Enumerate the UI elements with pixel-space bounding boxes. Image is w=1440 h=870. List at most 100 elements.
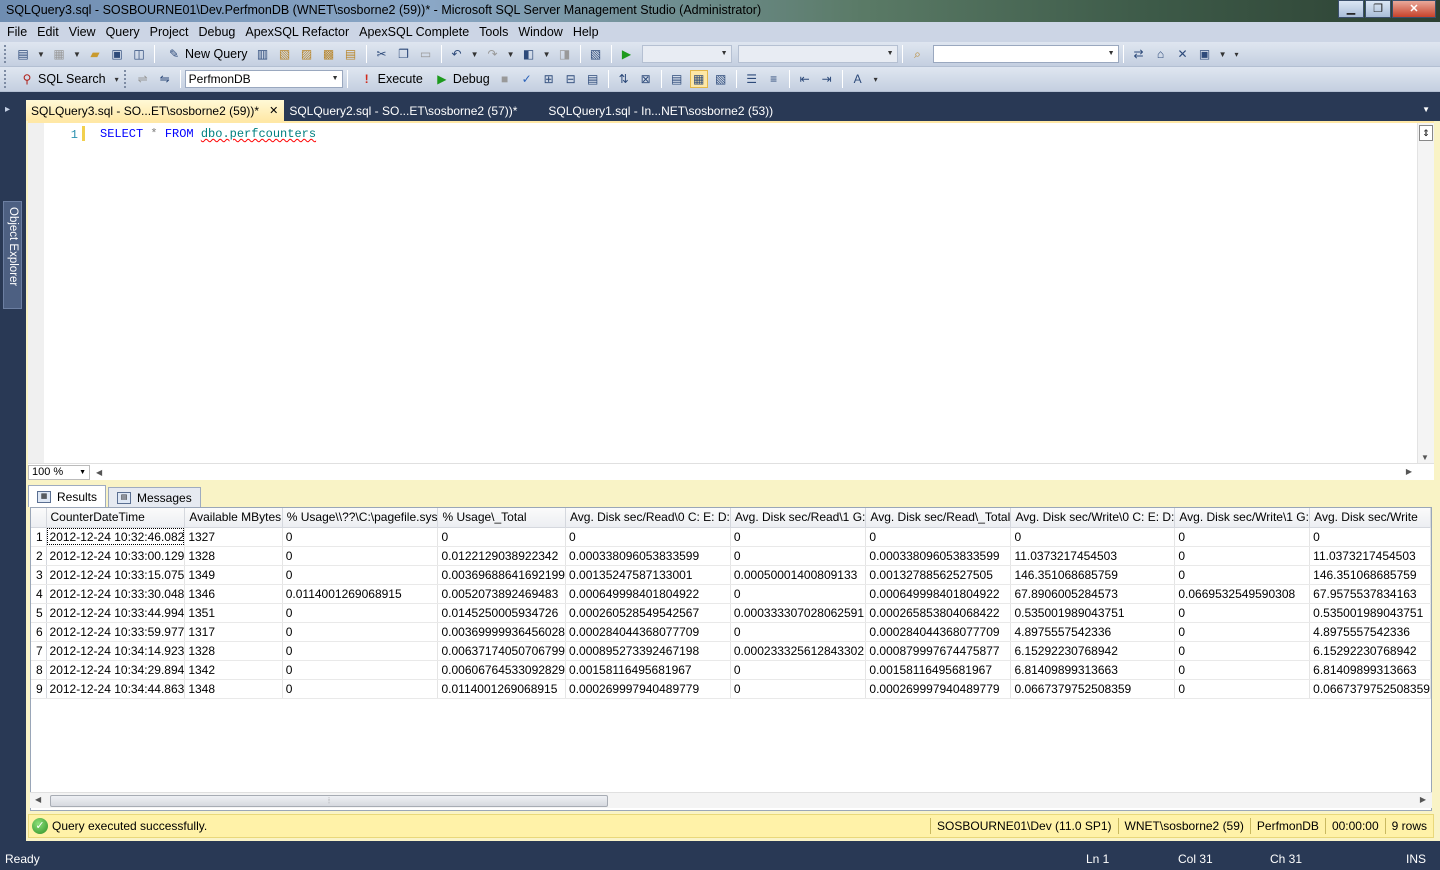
- sql-search-button[interactable]: ⚲ SQL Search: [16, 70, 106, 88]
- table-cell[interactable]: 0: [1174, 565, 1311, 585]
- menu-debug[interactable]: Debug: [194, 25, 241, 39]
- table-cell[interactable]: 0: [282, 546, 439, 566]
- properties-icon[interactable]: ✕: [1174, 45, 1192, 63]
- table-cell[interactable]: 0: [1174, 679, 1311, 699]
- solution-configurations-dropdown[interactable]: ▼: [641, 45, 732, 63]
- intellisense-icon[interactable]: ⇅: [615, 70, 633, 88]
- column-header[interactable]: Avg. Disk sec/Read\_Total: [865, 508, 1012, 528]
- table-cell[interactable]: 0: [282, 565, 439, 585]
- solution-platforms-dropdown[interactable]: ▼: [737, 45, 898, 63]
- table-cell[interactable]: 0.00158116495681967: [865, 660, 1012, 680]
- toolbar-grip[interactable]: [4, 70, 8, 88]
- table-row[interactable]: 5 2012-12-24 10:33:44.994 1351 0 0.01452…: [31, 603, 1431, 623]
- table-cell[interactable]: 1348: [184, 679, 283, 699]
- column-header[interactable]: Available MBytes: [184, 508, 283, 528]
- disconnect-icon[interactable]: ⇋: [156, 70, 174, 88]
- tab-sqlquery2[interactable]: SQLQuery2.sql - SO...ET\sosborne2 (57))*: [284, 100, 523, 121]
- uncomment-icon[interactable]: ≡: [765, 70, 783, 88]
- toolbar-options-icon[interactable]: ▾: [112, 70, 122, 88]
- table-cell[interactable]: 2012-12-24 10:33:44.994: [46, 603, 186, 623]
- table-cell[interactable]: 4.8975557542336: [1309, 622, 1431, 642]
- navigate-backward-icon[interactable]: ◧: [520, 45, 538, 63]
- code-line[interactable]: SELECT * FROM dbo.perfcounters: [100, 127, 316, 141]
- new-query-button[interactable]: ✎ New Query: [163, 45, 248, 63]
- table-row[interactable]: 2 2012-12-24 10:33:00.129 1328 0 0.01221…: [31, 546, 1431, 566]
- menu-edit[interactable]: Edit: [32, 25, 64, 39]
- menu-help[interactable]: Help: [568, 25, 604, 39]
- specify-template-values-icon[interactable]: A: [849, 70, 867, 88]
- table-cell[interactable]: 0.000269997940489779: [565, 679, 731, 699]
- chevron-down-icon[interactable]: ▼: [470, 45, 480, 63]
- table-cell[interactable]: 0.0145250005934726: [437, 603, 567, 623]
- chevron-down-icon[interactable]: ▼: [72, 45, 82, 63]
- increase-indent-icon[interactable]: ⇥: [818, 70, 836, 88]
- table-cell[interactable]: 0.00369688641692199: [437, 565, 567, 585]
- table-cell[interactable]: 6.81409899313663: [1010, 660, 1176, 680]
- row-number[interactable]: 4: [31, 584, 47, 604]
- connect-icon[interactable]: ⇌: [134, 70, 152, 88]
- zoom-dropdown[interactable]: 100 % ▼: [28, 464, 90, 480]
- analysis-services-mdx-icon[interactable]: ▧: [276, 45, 294, 63]
- row-number[interactable]: 9: [31, 679, 47, 699]
- scroll-right-icon[interactable]: ▶: [1406, 467, 1412, 476]
- maximize-button[interactable]: ❐: [1365, 0, 1391, 18]
- object-explorer-tab[interactable]: Object Explorer: [3, 201, 22, 309]
- table-cell[interactable]: 0.0669532549590308: [1174, 584, 1311, 604]
- splitter-icon[interactable]: ⇕: [1419, 125, 1433, 141]
- navigate-forward-icon[interactable]: ◨: [556, 45, 574, 63]
- table-cell[interactable]: 2012-12-24 10:34:14.923: [46, 641, 186, 661]
- table-cell[interactable]: 0: [1174, 622, 1311, 642]
- table-cell[interactable]: 0: [565, 527, 731, 547]
- row-number[interactable]: 3: [31, 565, 47, 585]
- vertical-scrollbar[interactable]: ⇕ ▼: [1417, 123, 1434, 465]
- paste-icon[interactable]: ▭: [417, 45, 435, 63]
- table-cell[interactable]: 0.0122129038922342: [437, 546, 567, 566]
- undo-icon[interactable]: ↶: [448, 45, 466, 63]
- table-cell[interactable]: 1317: [184, 622, 283, 642]
- table-cell[interactable]: 0.000284044368077709: [565, 622, 731, 642]
- table-cell[interactable]: 6.15292230768942: [1309, 641, 1431, 661]
- chevron-down-icon[interactable]: ▼: [1218, 45, 1228, 63]
- start-debugging-icon[interactable]: ▶: [618, 45, 636, 63]
- table-cell[interactable]: 0: [730, 679, 867, 699]
- table-cell[interactable]: 0: [1174, 603, 1311, 623]
- column-header[interactable]: Avg. Disk sec/Write\1 G:: [1174, 508, 1311, 528]
- table-cell[interactable]: 0.00369999936456028: [437, 622, 567, 642]
- table-cell[interactable]: 6.81409899313663: [1309, 660, 1431, 680]
- table-cell[interactable]: 0: [1309, 527, 1431, 547]
- table-cell[interactable]: 0.00132788562527505: [865, 565, 1012, 585]
- toolbar-grip[interactable]: [4, 45, 8, 63]
- code-editor[interactable]: 1 SELECT * FROM dbo.perfcounters ⇕ ▼: [28, 121, 1434, 465]
- table-cell[interactable]: 2012-12-24 10:34:29.894: [46, 660, 186, 680]
- display-estimated-plan-icon[interactable]: ⊞: [540, 70, 558, 88]
- table-cell[interactable]: 0: [1174, 527, 1311, 547]
- table-cell[interactable]: 0.0114001269068915: [282, 584, 439, 604]
- execute-button[interactable]: ! Execute: [356, 70, 423, 88]
- redo-icon[interactable]: ↷: [484, 45, 502, 63]
- row-number[interactable]: 2: [31, 546, 47, 566]
- table-cell[interactable]: 0: [730, 527, 867, 547]
- activity-monitor-icon[interactable]: ▧: [587, 45, 605, 63]
- scroll-down-icon[interactable]: ▼: [1421, 453, 1429, 462]
- table-cell[interactable]: 0.00135247587133001: [565, 565, 731, 585]
- table-row[interactable]: 3 2012-12-24 10:33:15.075 1349 0 0.00369…: [31, 565, 1431, 585]
- chevron-down-icon[interactable]: ▼: [1422, 105, 1430, 114]
- table-cell[interactable]: 0: [730, 546, 867, 566]
- table-cell[interactable]: 0.000233325612843302: [730, 641, 867, 661]
- table-cell[interactable]: 1328: [184, 546, 283, 566]
- table-cell[interactable]: 0.00050001400809133: [730, 565, 867, 585]
- table-cell[interactable]: 1346: [184, 584, 283, 604]
- table-cell[interactable]: 0.0052073892469483: [437, 584, 567, 604]
- toolbar-options-icon[interactable]: ▾: [871, 70, 881, 88]
- table-row[interactable]: 4 2012-12-24 10:33:30.048 1346 0.0114001…: [31, 584, 1431, 604]
- find-in-files-icon[interactable]: ⌕: [909, 45, 927, 63]
- table-cell[interactable]: 0.535001989043751: [1309, 603, 1431, 623]
- new-project-icon[interactable]: ▤: [14, 45, 32, 63]
- table-cell[interactable]: 2012-12-24 10:32:46.082: [46, 527, 186, 547]
- minimize-button[interactable]: ▁: [1338, 0, 1364, 18]
- table-cell[interactable]: 0: [730, 622, 867, 642]
- comment-out-icon[interactable]: ☰: [743, 70, 761, 88]
- menu-file[interactable]: File: [2, 25, 32, 39]
- column-header[interactable]: Avg. Disk sec/Write\0 C: E: D:: [1010, 508, 1176, 528]
- table-row[interactable]: 6 2012-12-24 10:33:59.977 1317 0 0.00369…: [31, 622, 1431, 642]
